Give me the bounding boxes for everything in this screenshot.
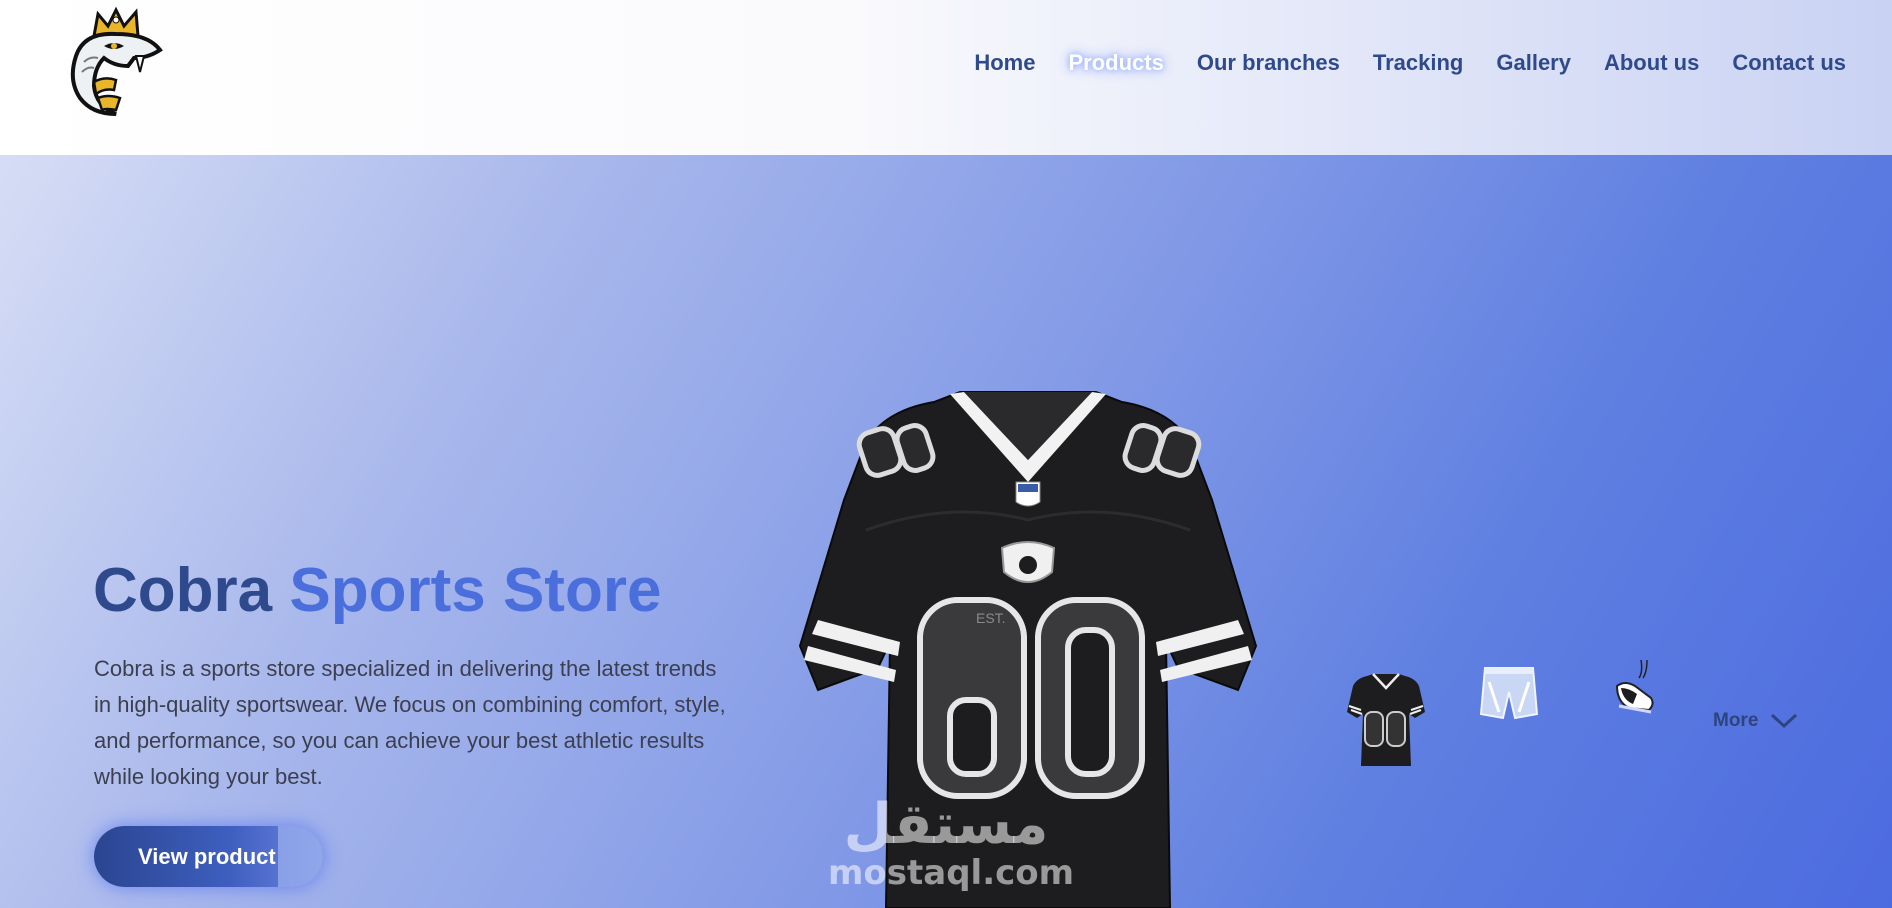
hero-section: Cobra Sports Store Cobra is a sports sto… bbox=[0, 155, 1892, 908]
jersey-thumbnail-icon[interactable] bbox=[1345, 670, 1427, 770]
nav-our-branches-link[interactable]: Our branches bbox=[1197, 50, 1340, 76]
more-toggle[interactable]: More bbox=[1713, 710, 1798, 732]
cobra-king-logo-icon[interactable] bbox=[64, 6, 174, 120]
hero-title: Cobra Sports Store bbox=[93, 555, 661, 626]
shorts-thumbnail-icon[interactable] bbox=[1479, 662, 1539, 724]
hero-description: Cobra is a sports store specialized in d… bbox=[94, 656, 726, 789]
more-label: More bbox=[1713, 710, 1759, 731]
site-header: Home Products Our branches Tracking Gall… bbox=[0, 0, 1892, 155]
nav-gallery-link[interactable]: Gallery bbox=[1496, 50, 1571, 76]
nav-contact-us-link[interactable]: Contact us bbox=[1732, 50, 1846, 76]
view-product-label: View product bbox=[138, 843, 276, 869]
chevron-down-icon bbox=[1771, 713, 1798, 729]
view-product-button[interactable]: View product bbox=[94, 826, 323, 887]
nav-products-link[interactable]: Products bbox=[1068, 50, 1163, 76]
sneakers-thumbnail-icon[interactable] bbox=[1611, 658, 1659, 720]
nav-tracking-link[interactable]: Tracking bbox=[1373, 50, 1463, 76]
watermark-latin: mostaql.com bbox=[828, 853, 1075, 893]
nav-home-link[interactable]: Home bbox=[974, 50, 1035, 76]
hero-title-highlight: Sports Store bbox=[289, 556, 662, 625]
nav-about-us-link[interactable]: About us bbox=[1604, 50, 1699, 76]
hero-title-brand: Cobra bbox=[93, 556, 273, 625]
watermark-arabic: مستقل bbox=[843, 792, 1049, 857]
jersey-est-mark: EST. bbox=[976, 610, 1006, 626]
watermark: مستقل mostaql.com bbox=[828, 792, 1075, 893]
main-nav: Home Products Our branches Tracking Gall… bbox=[974, 50, 1846, 76]
